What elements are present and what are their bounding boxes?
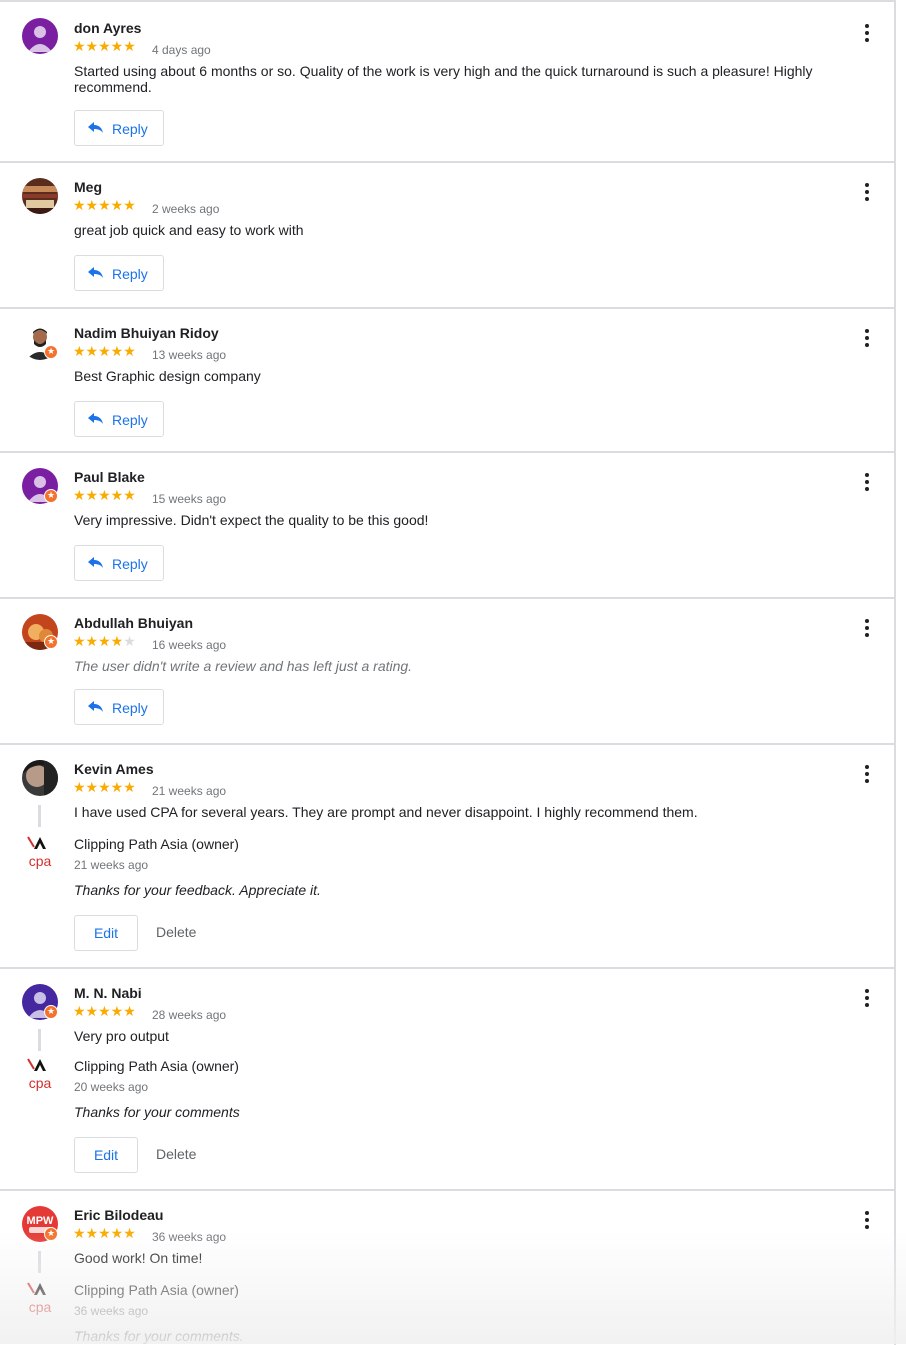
star-rating: ★★★★★ xyxy=(73,633,136,649)
delete-button[interactable]: Delete xyxy=(156,1146,196,1162)
review-item: Meg ★★★★★ 2 weeks ago great job quick an… xyxy=(0,163,894,309)
review-item: don Ayres ★★★★★ 4 days ago Started using… xyxy=(0,0,894,163)
review-item: ★ Abdullah Bhuiyan ★★★★★ 16 weeks ago Th… xyxy=(0,599,894,745)
reply-label: Reply xyxy=(112,121,148,137)
svg-text:cpa: cpa xyxy=(29,1299,52,1315)
thread-line xyxy=(38,805,41,827)
reviewer-name[interactable]: Kevin Ames xyxy=(74,761,154,777)
reply-label: Reply xyxy=(112,556,148,572)
edit-button[interactable]: Edit xyxy=(74,915,138,951)
review-text: The user didn't write a review and has l… xyxy=(74,658,413,674)
reviewer-name[interactable]: Eric Bilodeau xyxy=(74,1207,163,1223)
more-options-icon[interactable] xyxy=(858,472,876,494)
review-item: Kevin Ames ★★★★★ 21 weeks ago I have use… xyxy=(0,745,894,969)
owner-response-time: 36 weeks ago xyxy=(74,1304,149,1318)
more-options-icon[interactable] xyxy=(858,328,876,350)
owner-name: Clipping Path Asia (owner) xyxy=(74,1058,239,1074)
local-guide-badge-icon: ★ xyxy=(44,1227,58,1241)
reviewer-name[interactable]: Abdullah Bhuiyan xyxy=(74,615,193,631)
star-rating: ★★★★★ xyxy=(73,1003,136,1019)
more-options-icon[interactable] xyxy=(858,1210,876,1232)
reply-button[interactable]: Reply xyxy=(74,401,164,437)
review-item: ★ Nadim Bhuiyan Ridoy ★★★★★ 13 weeks ago… xyxy=(0,309,894,453)
reviews-list: don Ayres ★★★★★ 4 days ago Started using… xyxy=(0,0,896,1345)
reply-button[interactable]: Reply xyxy=(74,255,164,291)
review-time: 21 weeks ago xyxy=(152,784,227,798)
reviewer-name[interactable]: don Ayres xyxy=(74,20,141,36)
reply-icon xyxy=(88,701,103,712)
star-rating: ★★★★★ xyxy=(73,779,136,795)
owner-response-text: Thanks for your feedback. Appreciate it. xyxy=(74,882,321,898)
owner-response-time: 21 weeks ago xyxy=(74,858,149,872)
reply-button[interactable]: Reply xyxy=(74,110,164,146)
review-text: Very impressive. Didn't expect the quali… xyxy=(74,512,429,528)
review-time: 16 weeks ago xyxy=(152,638,227,652)
star-rating: ★★★★★ xyxy=(73,343,136,359)
svg-text:MPW: MPW xyxy=(27,1215,55,1227)
review-time: 2 weeks ago xyxy=(152,202,220,216)
owner-response-time: 20 weeks ago xyxy=(74,1080,149,1094)
review-text: Very pro output xyxy=(74,1028,169,1044)
reply-icon xyxy=(88,267,103,278)
local-guide-badge-icon: ★ xyxy=(44,345,58,359)
avatar[interactable] xyxy=(22,760,58,796)
reviewer-name[interactable]: Meg xyxy=(74,179,102,195)
thread-line xyxy=(38,1251,41,1273)
review-time: 4 days ago xyxy=(152,43,211,57)
reply-label: Reply xyxy=(112,412,148,428)
more-options-icon[interactable] xyxy=(858,764,876,786)
reviewer-name[interactable]: Nadim Bhuiyan Ridoy xyxy=(74,325,219,341)
local-guide-badge-icon: ★ xyxy=(44,489,58,503)
more-options-icon[interactable] xyxy=(858,988,876,1010)
review-time: 13 weeks ago xyxy=(152,348,227,362)
review-item: ★ Paul Blake ★★★★★ 15 weeks ago Very imp… xyxy=(0,453,894,599)
review-item: MPW ★ Eric Bilodeau ★★★★★ 36 weeks ago G… xyxy=(0,1191,894,1345)
reply-button[interactable]: Reply xyxy=(74,689,164,725)
reply-icon xyxy=(88,122,103,133)
reviewer-name[interactable]: Paul Blake xyxy=(74,469,145,485)
review-time: 28 weeks ago xyxy=(152,1008,227,1022)
avatar[interactable] xyxy=(22,18,58,54)
local-guide-badge-icon: ★ xyxy=(44,635,58,649)
owner-logo: cpa xyxy=(24,835,56,869)
delete-button[interactable]: Delete xyxy=(156,924,196,940)
review-time: 36 weeks ago xyxy=(152,1230,227,1244)
svg-text:cpa: cpa xyxy=(29,853,52,869)
edit-button[interactable]: Edit xyxy=(74,1137,138,1173)
more-options-icon[interactable] xyxy=(858,23,876,45)
owner-response-text: Thanks for your comments xyxy=(74,1104,240,1120)
reply-label: Reply xyxy=(112,700,148,716)
review-text: Good work! On time! xyxy=(74,1250,203,1266)
star-rating: ★★★★★ xyxy=(73,38,136,54)
review-text: great job quick and easy to work with xyxy=(74,222,304,238)
review-item: ★ M. N. Nabi ★★★★★ 28 weeks ago Very pro… xyxy=(0,969,894,1191)
owner-response-text: Thanks for your comments. xyxy=(74,1328,244,1344)
reply-button[interactable]: Reply xyxy=(74,545,164,581)
more-options-icon[interactable] xyxy=(858,618,876,640)
reply-label: Reply xyxy=(112,266,148,282)
review-text: I have used CPA for several years. They … xyxy=(74,804,698,820)
svg-text:cpa: cpa xyxy=(29,1075,52,1091)
owner-logo: cpa xyxy=(24,1057,56,1091)
owner-name: Clipping Path Asia (owner) xyxy=(74,836,239,852)
local-guide-badge-icon: ★ xyxy=(44,1005,58,1019)
star-rating: ★★★★★ xyxy=(73,487,136,503)
thread-line xyxy=(38,1029,41,1051)
star-rating: ★★★★★ xyxy=(73,197,136,213)
reviewer-name[interactable]: M. N. Nabi xyxy=(74,985,142,1001)
owner-logo: cpa xyxy=(24,1281,56,1315)
review-text: Started using about 6 months or so. Qual… xyxy=(74,63,813,95)
owner-name: Clipping Path Asia (owner) xyxy=(74,1282,239,1298)
reply-icon xyxy=(88,557,103,568)
star-rating: ★★★★★ xyxy=(73,1225,136,1241)
review-time: 15 weeks ago xyxy=(152,492,227,506)
review-text: Best Graphic design company xyxy=(74,368,261,384)
reply-icon xyxy=(88,413,103,424)
more-options-icon[interactable] xyxy=(858,182,876,204)
avatar[interactable] xyxy=(22,178,58,214)
